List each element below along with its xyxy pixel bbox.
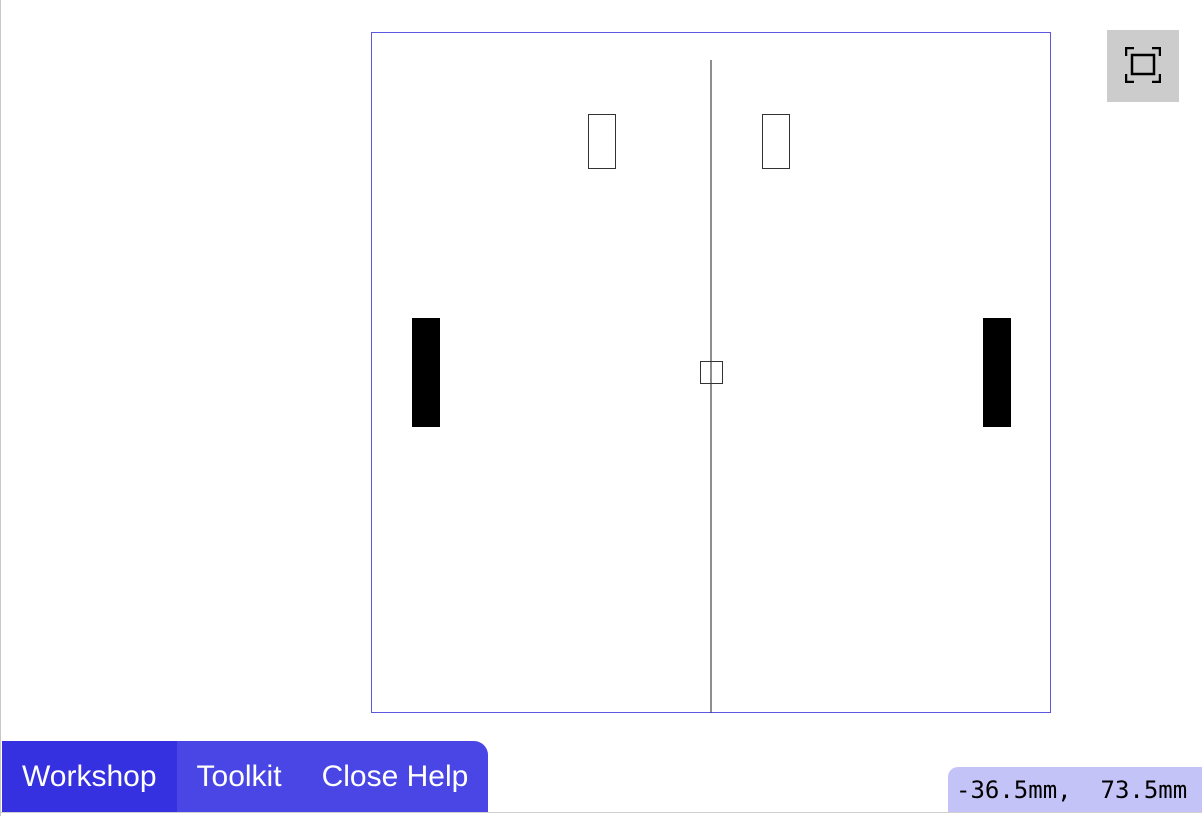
app-page: Workshop Toolkit Close Help -36.5mm, 73.… [0, 0, 1202, 816]
tab-workshop[interactable]: Workshop [2, 741, 177, 812]
tab-toolkit[interactable]: Toolkit [177, 741, 302, 812]
game-canvas[interactable] [371, 32, 1051, 713]
fullscreen-icon [1124, 46, 1162, 86]
bottom-divider [1, 812, 1202, 813]
fullscreen-button[interactable] [1107, 30, 1179, 102]
left-paddle[interactable] [412, 318, 440, 427]
cursor-coordinates: -36.5mm, 73.5mm [948, 767, 1202, 812]
bottom-tab-bar: Workshop Toolkit Close Help [2, 741, 489, 812]
right-paddle[interactable] [983, 318, 1011, 427]
tab-close-help[interactable]: Close Help [302, 741, 489, 812]
